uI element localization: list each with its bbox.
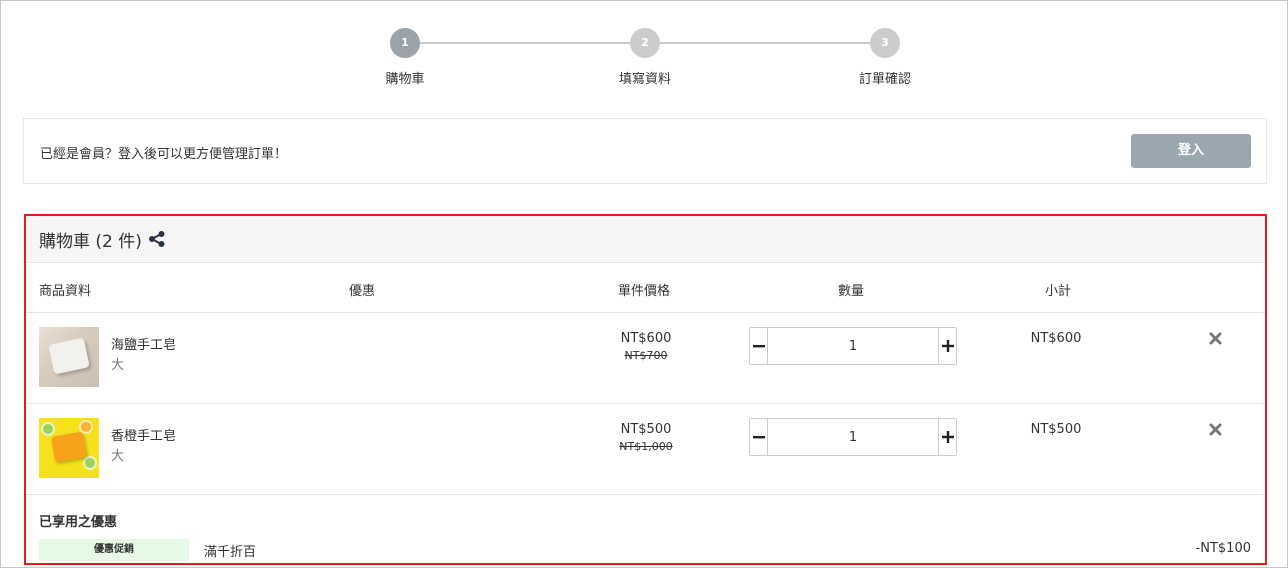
decrease-quantity-button[interactable] — [750, 419, 768, 455]
close-icon — [1209, 423, 1221, 435]
login-button[interactable]: 登入 — [1131, 134, 1251, 168]
share-icon[interactable] — [148, 230, 166, 248]
quantity-stepper — [749, 418, 957, 456]
quantity-input[interactable] — [768, 419, 938, 455]
product-variant: 大 — [111, 358, 125, 373]
cart-header: 購物車 (2 件) — [26, 216, 1265, 263]
product-variant: 大 — [111, 449, 125, 464]
price-current: NT$600 — [620, 331, 672, 346]
member-message: 已經是會員？登入後可以更方便管理訂單！ — [40, 147, 288, 162]
step-fill-info: 2 填寫資料 — [585, 28, 705, 87]
product-name[interactable]: 海鹽手工皂 — [111, 334, 176, 353]
product-name[interactable]: 香橙手工皂 — [111, 425, 176, 444]
minus-icon — [752, 436, 765, 439]
step-cart: 1 購物車 — [345, 28, 465, 87]
quantity-input[interactable] — [768, 328, 938, 364]
applied-promotions: 已享用之優惠 優惠促銷 滿千折百 -NT$100 — [26, 495, 1265, 563]
step-label: 填寫資料 — [618, 72, 671, 87]
step-confirm: 3 訂單確認 — [825, 28, 945, 87]
item-subtotal: NT$500 — [1030, 422, 1082, 437]
column-discount: 優惠 — [349, 284, 376, 299]
cart-panel: 購物車 (2 件) 商品資料 優惠 單件價格 數量 小計 海鹽手工皂 大 NT$… — [24, 214, 1267, 565]
remove-item-button[interactable] — [1206, 420, 1224, 438]
increase-quantity-button[interactable] — [938, 419, 956, 455]
plus-icon — [941, 340, 954, 352]
cart-item-row: 香橙手工皂 大 NT$500 NT$1,000 NT$500 — [26, 404, 1265, 495]
promotion-amount: -NT$100 — [1195, 541, 1251, 556]
step-number: 1 — [390, 28, 420, 58]
column-subtotal: 小計 — [1045, 284, 1072, 299]
minus-icon — [752, 345, 765, 348]
column-quantity: 數量 — [838, 284, 865, 299]
plus-icon — [941, 431, 954, 443]
column-unit-price: 單件價格 — [618, 284, 671, 299]
close-icon — [1209, 332, 1221, 344]
step-number: 2 — [630, 28, 660, 58]
unit-price: NT$500 NT$1,000 — [586, 422, 706, 453]
increase-quantity-button[interactable] — [938, 328, 956, 364]
product-image[interactable] — [39, 418, 99, 478]
decrease-quantity-button[interactable] — [750, 328, 768, 364]
column-product: 商品資料 — [39, 284, 92, 299]
price-original: NT$1,000 — [619, 440, 673, 453]
cart-title: 購物車 (2 件) — [39, 231, 142, 252]
product-image[interactable] — [39, 327, 99, 387]
promotion-badge: 優惠促銷 — [39, 539, 189, 561]
item-subtotal: NT$600 — [1030, 331, 1082, 346]
member-login-bar: 已經是會員？登入後可以更方便管理訂單！ 登入 — [23, 118, 1267, 184]
remove-item-button[interactable] — [1206, 329, 1224, 347]
checkout-stepper: 1 購物車 2 填寫資料 3 訂單確認 — [1, 1, 1288, 101]
promotion-name: 滿千折百 — [204, 545, 257, 560]
cart-column-headers: 商品資料 優惠 單件價格 數量 小計 — [26, 263, 1265, 313]
price-original: NT$700 — [624, 349, 668, 362]
price-current: NT$500 — [620, 422, 672, 437]
step-label: 購物車 — [385, 72, 425, 87]
cart-item-row: 海鹽手工皂 大 NT$600 NT$700 NT$600 — [26, 313, 1265, 404]
step-number: 3 — [870, 28, 900, 58]
promotions-title: 已享用之優惠 — [39, 515, 118, 530]
quantity-stepper — [749, 327, 957, 365]
step-label: 訂單確認 — [858, 72, 911, 87]
unit-price: NT$600 NT$700 — [586, 331, 706, 362]
